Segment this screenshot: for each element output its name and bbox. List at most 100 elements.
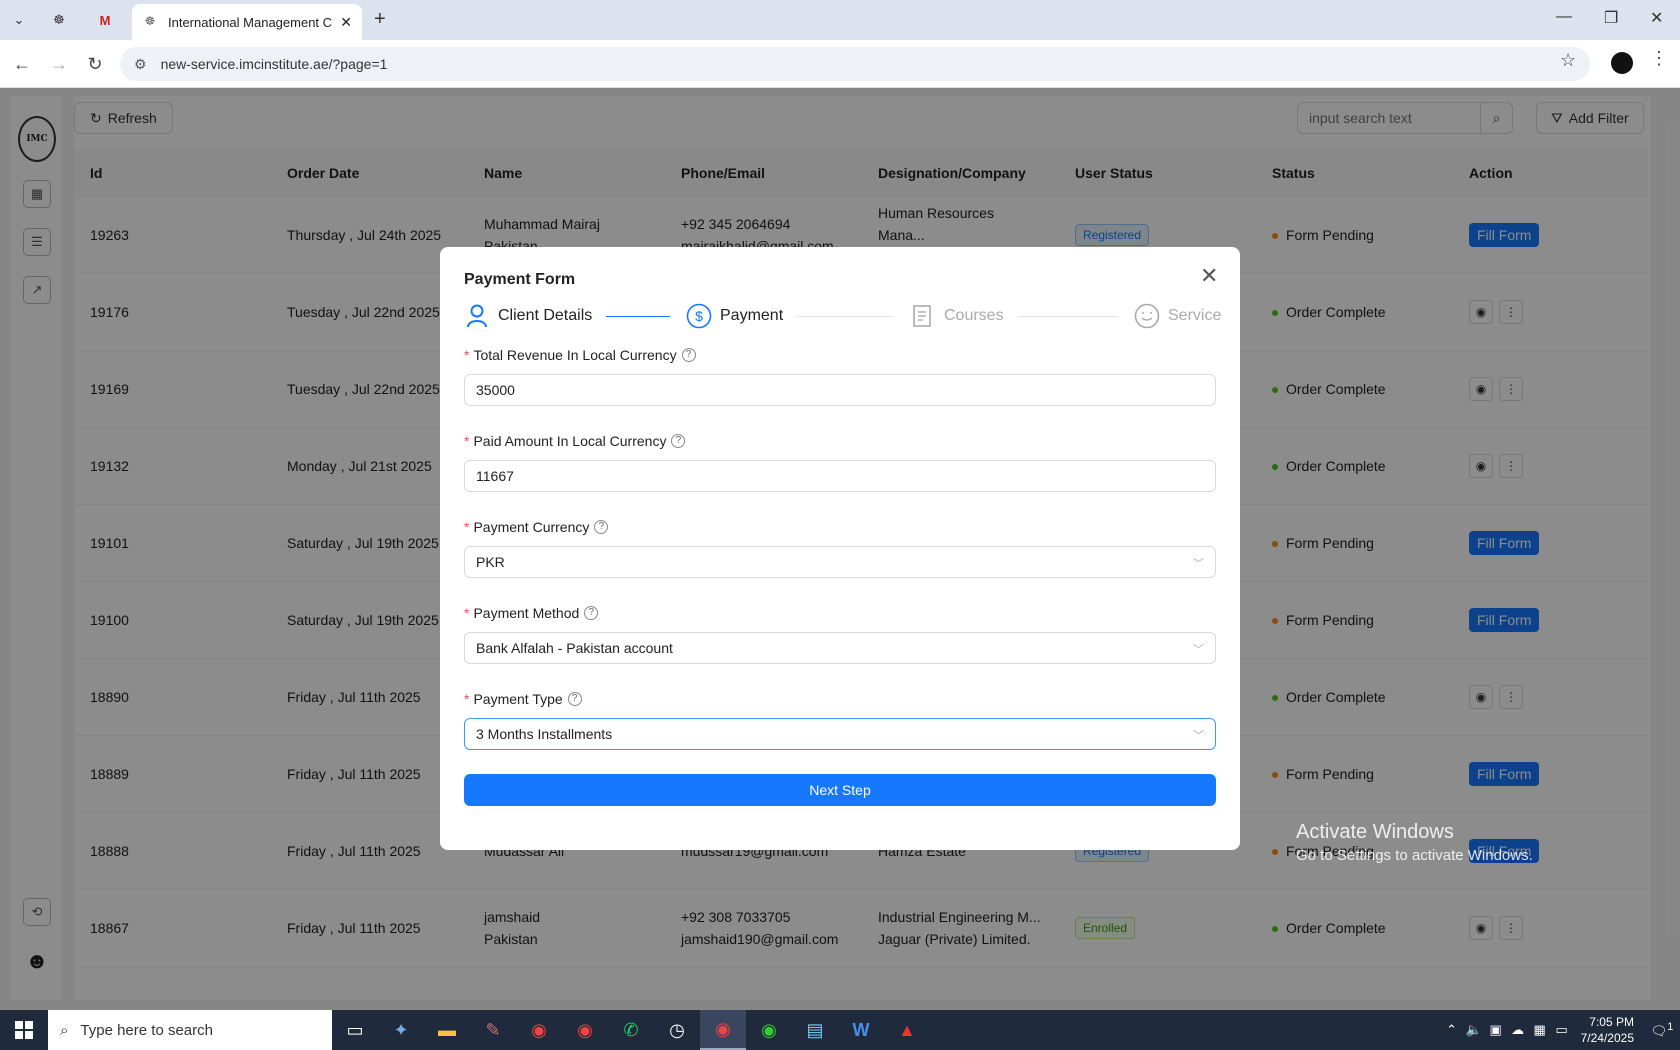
- required-mark: *: [464, 691, 470, 707]
- search-icon: ⌕: [60, 1021, 69, 1039]
- tab-search-chevron-icon[interactable]: ⌄: [6, 8, 32, 32]
- input-value: 11667: [476, 468, 514, 484]
- cloud-icon[interactable]: ☁: [1507, 1022, 1529, 1038]
- chevron-down-icon: ﹀: [1193, 730, 1204, 742]
- window-close-icon[interactable]: ✕: [1650, 8, 1663, 28]
- restore-icon[interactable]: ❐: [1604, 8, 1618, 28]
- total-revenue-input[interactable]: 35000: [464, 374, 1216, 406]
- required-mark: *: [464, 605, 470, 621]
- label-text: Payment Type: [473, 691, 563, 707]
- pinned-tab-favicon-icon[interactable]: ☸: [46, 8, 72, 32]
- watermark-subtitle: Go to Settings to activate Windows.: [1296, 847, 1533, 864]
- watermark-title: Activate Windows: [1296, 821, 1454, 843]
- file-explorer-icon[interactable]: ▬: [424, 1010, 470, 1050]
- active-tab[interactable]: ☸ International Management Con ✕: [132, 4, 362, 40]
- required-mark: *: [464, 433, 470, 449]
- step-service[interactable]: Service: [1134, 302, 1221, 330]
- taskview-icon[interactable]: ▭: [332, 1010, 378, 1050]
- label-text: Total Revenue In Local Currency: [473, 347, 677, 363]
- select-value: 3 Months Installments: [476, 726, 613, 742]
- courses-doc-icon: [910, 303, 936, 329]
- chevron-down-icon: ﹀: [1193, 558, 1204, 570]
- help-icon[interactable]: ?: [671, 434, 686, 448]
- payment-currency-select[interactable]: PKR ﹀: [464, 546, 1216, 578]
- system-tray: ⌃ 🔈 ▣ ☁ ▦ ▭ 7:05 PM 7/24/2025 🗨1: [1441, 1010, 1680, 1050]
- step-courses[interactable]: Courses: [910, 302, 1004, 330]
- browser-menu-icon[interactable]: ⋮: [1650, 48, 1668, 69]
- user-icon: [464, 303, 490, 329]
- help-icon[interactable]: ?: [584, 606, 599, 620]
- required-mark: *: [464, 347, 470, 363]
- taskbar-search[interactable]: ⌕ Type here to search: [48, 1010, 332, 1050]
- minimize-icon[interactable]: —: [1556, 8, 1572, 26]
- label-text: Payment Method: [473, 605, 580, 621]
- tray-app-icon[interactable]: ▣: [1485, 1022, 1507, 1038]
- total-revenue-label: * Total Revenue In Local Currency ?: [464, 347, 696, 363]
- forward-icon[interactable]: →: [47, 52, 71, 76]
- next-step-button[interactable]: Next Step: [464, 774, 1216, 806]
- help-icon[interactable]: ?: [567, 692, 582, 706]
- clock-app-icon[interactable]: ◷: [654, 1010, 700, 1050]
- clock[interactable]: 7:05 PM 7/24/2025: [1581, 1014, 1634, 1046]
- network-icon[interactable]: ▭: [1551, 1022, 1573, 1038]
- tray-app-icon-2[interactable]: ▦: [1529, 1022, 1551, 1038]
- step-label: Client Details: [498, 307, 593, 324]
- profile-avatar-icon[interactable]: [1611, 52, 1633, 74]
- payment-form-modal: Payment Form ✕ Client Details $ Payment …: [440, 247, 1240, 850]
- copilot-icon[interactable]: ✦: [378, 1010, 424, 1050]
- step-label: Payment: [720, 307, 784, 324]
- tab-favicon-icon: ☸: [144, 14, 156, 28]
- payment-method-label: * Payment Method ?: [464, 605, 599, 621]
- volume-icon[interactable]: 🔈: [1463, 1022, 1485, 1038]
- tab-title: International Management Con: [168, 14, 333, 30]
- app-icon-1[interactable]: ✎: [470, 1010, 516, 1050]
- modal-close-icon[interactable]: ✕: [1200, 263, 1218, 289]
- browser-toolbar: ← → ↻ ⚙ new-service.imcinstitute.ae/?pag…: [0, 40, 1680, 88]
- tab-close-icon[interactable]: ✕: [340, 14, 352, 31]
- payment-method-select[interactable]: Bank Alfalah - Pakistan account ﹀: [464, 632, 1216, 664]
- page-scrollbar[interactable]: [1666, 110, 1676, 940]
- label-text: Payment Currency: [473, 519, 590, 535]
- windows-start-icon[interactable]: [0, 1010, 48, 1050]
- chevron-down-icon: ﹀: [1193, 644, 1204, 656]
- chrome-icon[interactable]: ◉: [516, 1010, 562, 1050]
- notification-count: 1: [1667, 1020, 1674, 1033]
- payment-type-select[interactable]: 3 Months Installments ﹀: [464, 718, 1216, 750]
- acrobat-icon[interactable]: ▲: [884, 1010, 930, 1050]
- scrollbar-thumb[interactable]: [1667, 120, 1675, 940]
- label-text: Paid Amount In Local Currency: [473, 433, 667, 449]
- payment-currency-label: * Payment Currency ?: [464, 519, 609, 535]
- step-client-details[interactable]: Client Details: [464, 302, 592, 330]
- windows-taskbar: ⌕ Type here to search ▭ ✦ ▬ ✎ ◉ ◉ ✆ ◷ ◉ …: [0, 1010, 1680, 1050]
- paid-amount-label: * Paid Amount In Local Currency ?: [464, 433, 686, 449]
- new-tab-icon[interactable]: +: [374, 8, 386, 31]
- chrome-alt-icon[interactable]: ◉: [746, 1010, 792, 1050]
- step-payment[interactable]: $ Payment: [686, 302, 783, 330]
- paid-amount-input[interactable]: 11667: [464, 460, 1216, 492]
- browser-tabstrip: ⌄ ☸ M ☸ International Management Con ✕ +…: [0, 0, 1680, 40]
- required-mark: *: [464, 519, 470, 535]
- reload-icon[interactable]: ↻: [83, 52, 107, 76]
- chevron-up-icon[interactable]: ⌃: [1441, 1022, 1463, 1038]
- bookmark-star-icon[interactable]: ☆: [1560, 50, 1576, 71]
- smile-icon: [1134, 303, 1160, 329]
- help-icon[interactable]: ?: [594, 520, 609, 534]
- payment-type-label: * Payment Type ?: [464, 691, 582, 707]
- whatsapp-icon[interactable]: ✆: [608, 1010, 654, 1050]
- step-label: Service: [1168, 307, 1222, 324]
- clock-date: 7/24/2025: [1580, 1031, 1634, 1045]
- help-icon[interactable]: ?: [681, 348, 696, 362]
- word-icon[interactable]: W: [838, 1010, 884, 1050]
- gmail-tab-icon[interactable]: M: [92, 8, 118, 32]
- url-text: new-service.imcinstitute.ae/?page=1: [160, 56, 388, 72]
- back-icon[interactable]: ←: [10, 52, 34, 76]
- step-connector: [1018, 316, 1118, 317]
- address-bar[interactable]: ⚙ new-service.imcinstitute.ae/?page=1: [120, 47, 1590, 81]
- notifications-icon[interactable]: 🗨1: [1644, 1021, 1680, 1039]
- svg-text:$: $: [695, 308, 703, 324]
- taskbar-search-placeholder: Type here to search: [80, 1021, 213, 1039]
- chrome-active-icon[interactable]: ◉: [700, 1010, 746, 1050]
- site-info-icon[interactable]: ⚙: [134, 56, 147, 73]
- notepad-icon[interactable]: ▤: [792, 1010, 838, 1050]
- chrome-profile-icon[interactable]: ◉: [562, 1010, 608, 1050]
